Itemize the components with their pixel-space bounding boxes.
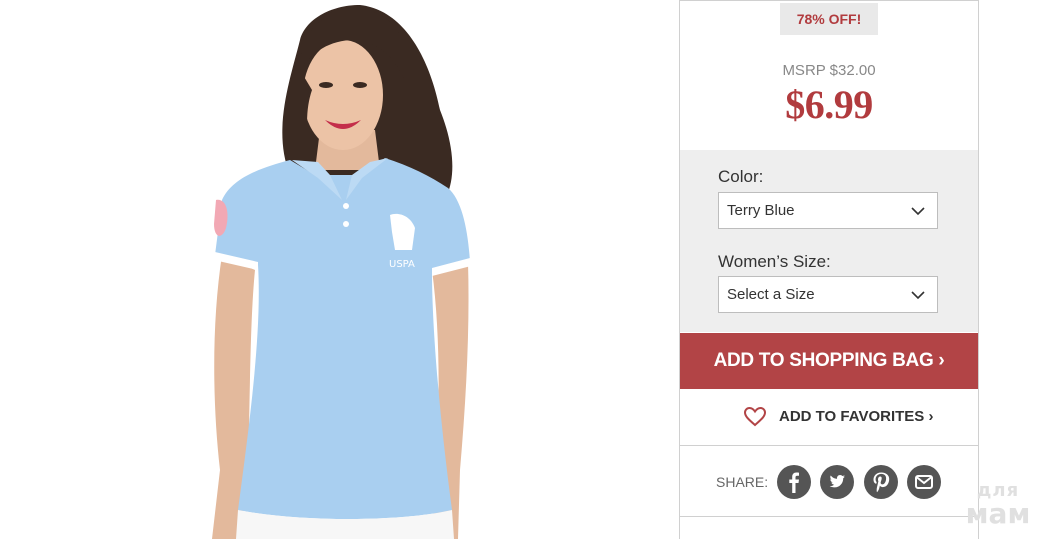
email-icon	[915, 475, 933, 489]
facebook-share-button[interactable]	[777, 465, 811, 499]
color-label: Color:	[718, 167, 764, 186]
twitter-share-button[interactable]	[820, 465, 854, 499]
msrp-price: MSRP $32.00	[782, 62, 876, 79]
share-label: SHARE:	[716, 474, 769, 490]
purchase-panel: 78% OFF! MSRP $32.00 $6.99 Color: Terry …	[679, 0, 979, 539]
size-select[interactable]: Select a Size	[718, 276, 938, 313]
chevron-down-icon	[911, 291, 925, 300]
price-box: 78% OFF! MSRP $32.00 $6.99	[680, 0, 978, 151]
pinterest-icon	[873, 472, 890, 493]
chevron-down-icon	[911, 207, 925, 216]
color-select-value: Terry Blue	[727, 202, 795, 219]
facebook-icon	[789, 472, 799, 493]
sale-price: $6.99	[785, 82, 873, 127]
twitter-icon	[829, 475, 845, 488]
share-row: SHARE:	[680, 446, 978, 517]
add-to-shopping-bag-button[interactable]: ADD TO SHOPPING BAG ›	[680, 333, 978, 389]
site-watermark: для мам	[956, 482, 1040, 528]
add-to-favorites-button[interactable]: ADD TO FAVORITES ›	[680, 389, 978, 446]
watermark-line-2: мам	[965, 497, 1031, 530]
email-share-button[interactable]	[907, 465, 941, 499]
svg-text:USPA: USPA	[389, 259, 415, 270]
size-label: Women’s Size:	[718, 252, 831, 271]
discount-badge: 78% OFF!	[780, 3, 878, 35]
heart-icon	[744, 407, 766, 427]
add-to-favorites-label: ADD TO FAVORITES ›	[779, 408, 934, 425]
pinterest-share-button[interactable]	[864, 465, 898, 499]
product-photo-illustration: USPA	[212, 5, 471, 539]
product-options: Color: Terry Blue Women’s Size: Select a…	[680, 150, 978, 332]
product-image[interactable]: USPA	[0, 0, 680, 539]
size-select-value: Select a Size	[727, 286, 815, 303]
color-select[interactable]: Terry Blue	[718, 192, 938, 229]
